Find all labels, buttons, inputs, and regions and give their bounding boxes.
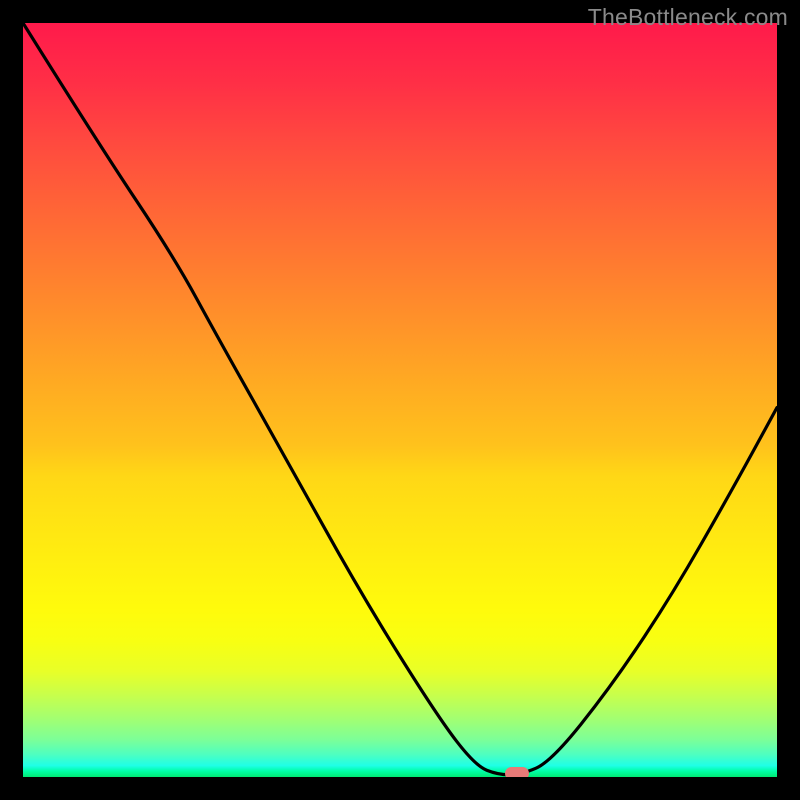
optimal-point-marker: [505, 767, 529, 777]
bottleneck-curve: [23, 23, 777, 777]
watermark-text: TheBottleneck.com: [588, 4, 788, 31]
plot-area: [23, 23, 777, 777]
chart-frame: TheBottleneck.com: [0, 0, 800, 800]
